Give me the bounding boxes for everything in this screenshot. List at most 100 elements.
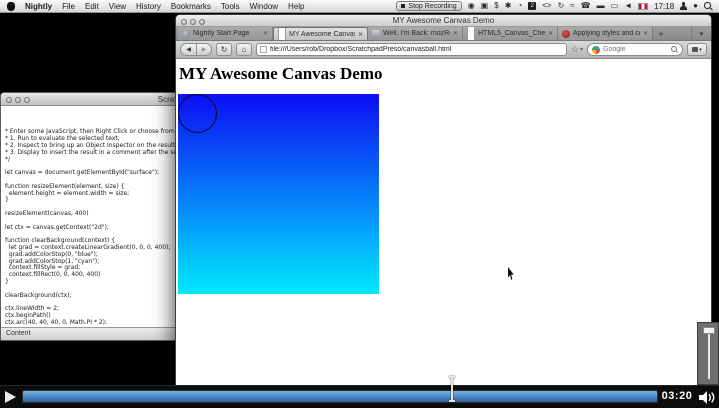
tab-favicon — [182, 30, 190, 38]
menu-item[interactable]: File — [62, 2, 75, 11]
page-heading: MY Awesome Canvas Demo — [179, 64, 383, 84]
close-button[interactable] — [6, 97, 12, 103]
home-button[interactable]: ⌂ — [236, 43, 252, 56]
tab-close-icon[interactable]: ✕ — [263, 30, 268, 37]
search-input[interactable] — [603, 46, 668, 53]
browser-tab[interactable]: Well, I'm Back: mozReq... ✕ — [368, 27, 463, 40]
close-button[interactable] — [181, 19, 187, 25]
tab-favicon — [562, 30, 570, 38]
time-display: 03:20 — [658, 390, 696, 402]
page-tools-icon — [692, 47, 698, 52]
minimize-button[interactable] — [15, 97, 21, 103]
screen: Nightly File Edit View History Bookmarks Tools… — [0, 0, 719, 408]
demo-canvas[interactable] — [178, 94, 379, 294]
bookmark-control: ☆ ▾ — [571, 44, 583, 55]
display-icon[interactable]: ▬ — [597, 2, 605, 10]
battery-icon[interactable]: ▭ — [611, 2, 619, 10]
menubar: Nightly File Edit View History Bookmarks Tools… — [0, 0, 719, 13]
canvas-circle — [178, 94, 217, 133]
search-icon[interactable] — [671, 46, 678, 53]
bookmark-menu-icon[interactable]: ▾ — [580, 46, 583, 53]
menu-item[interactable]: Help — [288, 2, 304, 11]
page-tools-button[interactable]: ▾ — [687, 43, 707, 56]
tab-label: Nightly Start Page — [193, 30, 260, 37]
clock-icon[interactable]: ◔ — [517, 2, 522, 10]
back-button[interactable]: ◀ — [180, 43, 197, 56]
google-icon[interactable] — [592, 46, 600, 54]
flag-canada-icon[interactable] — [638, 3, 648, 10]
menu-item[interactable]: Edit — [85, 2, 99, 11]
browser-tab[interactable]: HTML5_Canvas_Cheat_... ✕ — [463, 27, 558, 40]
play-button[interactable] — [5, 391, 16, 403]
tab-favicon — [467, 27, 475, 40]
forward-button[interactable]: ▶ — [197, 43, 212, 56]
browser-tab[interactable]: Nightly Start Page ✕ — [178, 27, 273, 40]
badge-2-icon[interactable]: 2 — [528, 2, 536, 10]
video-player-bar: 03:20 — [0, 385, 719, 408]
sync-icon[interactable]: ↻ — [558, 2, 565, 10]
tab-label: MY Awesome Canvas D... — [289, 31, 355, 38]
window-controls — [181, 19, 205, 25]
tab-close-icon[interactable]: ✕ — [643, 30, 648, 37]
tab-bar: Nightly Start Page ✕ MY Awesome Canvas D… — [176, 27, 711, 41]
menu-item[interactable]: Tools — [221, 2, 240, 11]
menu-item[interactable]: Nightly — [25, 2, 52, 11]
bookmark-star-icon[interactable]: ☆ — [571, 44, 579, 55]
new-tab-button[interactable]: + — [653, 27, 669, 40]
browser-tab[interactable]: MY Awesome Canvas D... ✕ — [273, 27, 368, 40]
minimize-button[interactable] — [190, 19, 196, 25]
reload-button[interactable]: ↻ — [216, 43, 232, 56]
menu-item[interactable]: History — [136, 2, 161, 11]
tab-favicon — [372, 30, 380, 38]
tab-favicon — [278, 27, 286, 40]
search-box[interactable] — [587, 43, 683, 56]
browser-window-title: MY Awesome Canvas Demo — [393, 16, 495, 25]
window-controls — [6, 97, 30, 103]
user-icon[interactable] — [680, 2, 687, 10]
shield-icon[interactable]: ◉ — [468, 2, 475, 10]
menu-item[interactable]: Window — [250, 2, 278, 11]
ibeam-cursor-icon — [448, 376, 456, 402]
zoom-button[interactable] — [199, 19, 205, 25]
code-icon[interactable]: <> — [542, 2, 551, 10]
windows-icon[interactable]: ▣ — [481, 2, 489, 10]
volume-track — [708, 329, 710, 379]
notification-icon[interactable]: ● — [693, 2, 698, 10]
page-favicon — [260, 46, 267, 53]
url-bar[interactable] — [256, 43, 567, 56]
tab-close-icon[interactable]: ✕ — [548, 30, 553, 37]
tab-label: HTML5_Canvas_Cheat_... — [478, 30, 545, 37]
menu-item[interactable]: Bookmarks — [171, 2, 211, 11]
phone-icon[interactable]: ☎ — [581, 2, 591, 10]
tab-label: Applying styles and col... — [573, 30, 640, 37]
navigation-toolbar: ◀ ▶ ↻ ⌂ ☆ ▾ ▾ — [176, 41, 711, 59]
scratchpad-footer-label: Content — [6, 330, 31, 337]
volume-handle[interactable] — [703, 327, 715, 334]
volume-slider[interactable] — [697, 322, 719, 385]
browser-tab[interactable]: Applying styles and col... ✕ — [558, 27, 653, 40]
menu-item[interactable]: View — [109, 2, 126, 11]
seek-bar[interactable] — [22, 390, 658, 403]
tab-close-icon[interactable]: ✕ — [358, 31, 363, 38]
page-content: MY Awesome Canvas Demo — [176, 59, 711, 386]
stop-icon — [401, 4, 405, 8]
all-tabs-button[interactable]: ▾ — [691, 27, 711, 40]
tab-label: Well, I'm Back: mozReq... — [383, 30, 450, 37]
stop-recording-button[interactable]: Stop Recording — [396, 1, 461, 11]
browser-titlebar[interactable]: MY Awesome Canvas Demo — [176, 15, 711, 27]
progress-fill — [23, 391, 657, 402]
tab-close-icon[interactable]: ✕ — [453, 30, 458, 37]
apple-menu-icon[interactable] — [7, 2, 15, 11]
wifi-icon[interactable]: ≈ — [570, 2, 574, 10]
menubar-clock: 17:18 — [654, 2, 674, 11]
page-tools-caret-icon: ▾ — [699, 47, 702, 53]
url-input[interactable] — [270, 46, 563, 53]
dollar-icon[interactable]: $ — [494, 2, 498, 10]
gear-icon[interactable]: ✱ — [505, 2, 512, 10]
zoom-button[interactable] — [24, 97, 30, 103]
stop-recording-label: Stop Recording — [408, 3, 456, 10]
browser-window: MY Awesome Canvas Demo Nightly Start Pag… — [175, 14, 712, 385]
input-menu-icon[interactable]: ◄ — [624, 2, 632, 10]
mute-button[interactable] — [699, 391, 715, 408]
spotlight-search-icon[interactable] — [704, 2, 712, 10]
